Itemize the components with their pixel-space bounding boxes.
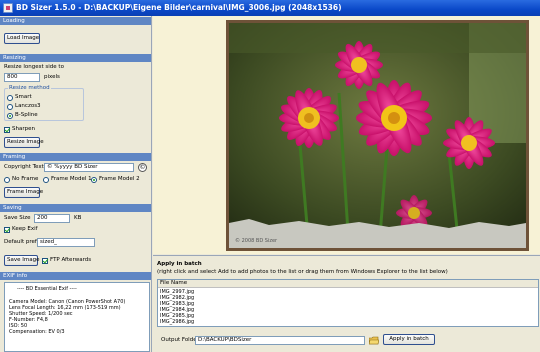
ftp-afterwards-label: FTP Afterwards: [50, 257, 92, 263]
radio-frame-model-2[interactable]: [91, 177, 97, 183]
output-folder-input[interactable]: D:\BACKUP\BDSizer: [195, 336, 365, 345]
radio-smart[interactable]: [7, 95, 13, 101]
copyright-icon[interactable]: ©: [138, 163, 147, 172]
copyright-label: Copyright Text: [4, 164, 44, 170]
saving-header[interactable]: Saving: [0, 204, 151, 212]
file-list-item[interactable]: IMG_2986.jpg: [160, 319, 194, 325]
save-size-unit: KB: [74, 215, 82, 221]
load-image-button[interactable]: Load Image: [4, 33, 40, 44]
resize-size-input[interactable]: 800: [4, 73, 40, 82]
radio-smart-label: Smart: [15, 94, 32, 100]
prefix-label: Default prefix: [4, 239, 42, 245]
exif-line: Compensation: EV 0/3: [9, 329, 65, 335]
frame-image-button[interactable]: Frame Image: [4, 187, 43, 198]
size-unit-label: pixels: [44, 74, 60, 80]
app-icon: [3, 3, 13, 13]
keep-exif-label: Keep Exif: [12, 226, 38, 232]
radio-lanczos3[interactable]: [7, 104, 13, 110]
file-name-column-header[interactable]: File Name: [158, 280, 538, 288]
loading-header[interactable]: Loading: [0, 17, 151, 25]
window-title: BD Sizer 1.5.0 - D:\BACKUP\Eigene Bilder…: [16, 3, 342, 12]
batch-hint: (right click and select Add to add photo…: [157, 269, 448, 275]
exif-text-area[interactable]: ---- BD Essential Exif ---- Camera Model…: [4, 282, 150, 352]
exif-line: ---- BD Essential Exif ----: [17, 286, 77, 292]
copyright-input[interactable]: © %yyyy BD Sizer: [44, 163, 134, 172]
title-bar: BD Sizer 1.5.0 - D:\BACKUP\Eigene Bilder…: [0, 0, 540, 16]
save-image-button[interactable]: Save Image: [4, 255, 39, 266]
sharpen-label: Sharpen: [12, 126, 35, 132]
apply-in-batch-button[interactable]: Apply in batch: [383, 334, 435, 345]
radio-frame-model-2-label: Frame Model 2: [99, 176, 140, 182]
radio-no-frame[interactable]: [4, 177, 10, 183]
save-size-label: Save Size: [4, 215, 31, 221]
resizing-header[interactable]: Resizing: [0, 54, 151, 62]
batch-file-list[interactable]: File Name IMG_2997.jpg IMG_2982.jpg IMG_…: [157, 279, 539, 327]
exif-header[interactable]: EXIF info: [0, 272, 151, 280]
resize-method-label: Resize method: [8, 85, 51, 91]
preview-area: © 2008 BD Sizer: [153, 16, 540, 254]
preview-image[interactable]: © 2008 BD Sizer: [229, 23, 526, 248]
radio-frame-model-1[interactable]: [43, 177, 49, 183]
longest-side-label: Resize longest side to: [4, 64, 64, 70]
framing-header[interactable]: Framing: [0, 153, 151, 161]
watermark-text: © 2008 BD Sizer: [235, 237, 278, 244]
folder-icon[interactable]: [368, 336, 380, 345]
batch-header: Apply in batch: [157, 261, 202, 267]
ftp-afterwards-checkbox[interactable]: [42, 258, 48, 264]
keep-exif-checkbox[interactable]: [4, 227, 10, 233]
sharpen-checkbox[interactable]: [4, 127, 10, 133]
resize-image-button[interactable]: Resize Image: [4, 137, 44, 148]
radio-lanczos3-label: Lanczos3: [15, 103, 41, 109]
batch-panel: Apply in batch (right click and select A…: [153, 255, 540, 352]
control-panel: Loading Load Image Resizing Resize longe…: [0, 16, 152, 352]
radio-bspline[interactable]: [7, 113, 13, 119]
output-folder-label: Output Folder: [161, 337, 199, 343]
prefix-input[interactable]: sized_: [37, 238, 95, 247]
flower-photo: © 2008 BD Sizer: [229, 23, 526, 248]
radio-frame-model-1-label: Frame Model 1: [51, 176, 92, 182]
image-frame: © 2008 BD Sizer: [226, 20, 529, 251]
radio-bspline-label: B-Spline: [15, 112, 38, 118]
save-size-input[interactable]: 200: [34, 214, 70, 223]
radio-no-frame-label: No Frame: [12, 176, 39, 182]
